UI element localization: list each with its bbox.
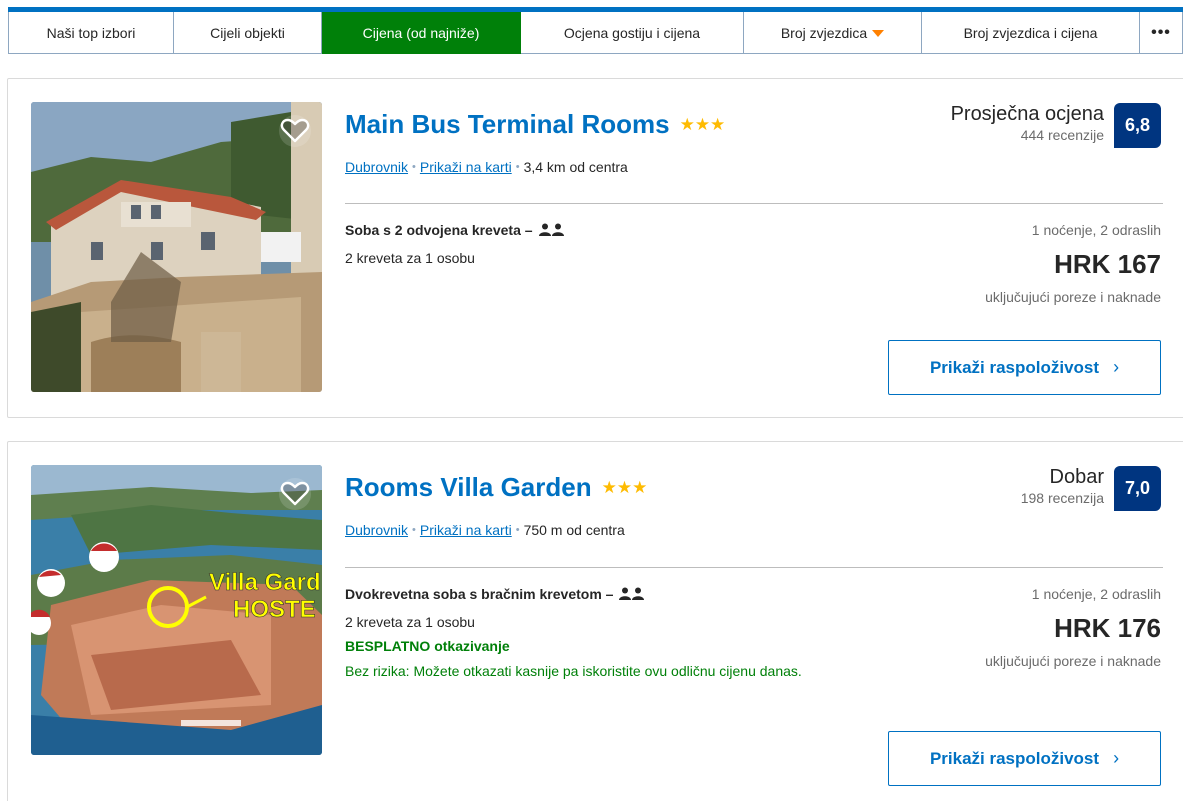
sort-tab-label: Naši top izbori bbox=[46, 24, 136, 41]
chevron-right-icon: › bbox=[1113, 748, 1120, 768]
location-row: Dubrovnik • Prikaži na karti • 3,4 km od… bbox=[345, 159, 628, 175]
show-on-map-link[interactable]: Prikaži na karti bbox=[420, 159, 512, 175]
room-type-label: Dvokrevetna soba s bračnim krevetom – bbox=[345, 586, 614, 602]
review-score-block[interactable]: Prosječna ocjena 444 recenzije 6,8 bbox=[951, 103, 1161, 148]
sort-tab-label: Ocjena gostiju i cijena bbox=[563, 24, 701, 41]
price: HRK 176 bbox=[1054, 613, 1161, 643]
title-row: Rooms Villa Garden ★★★ bbox=[345, 472, 647, 503]
hotel-name-link[interactable]: Main Bus Terminal Rooms bbox=[345, 109, 670, 140]
city-link[interactable]: Dubrovnik bbox=[345, 159, 408, 175]
room-type-label: Soba s 2 odvojena kreveta – bbox=[345, 222, 533, 238]
stay-info: 1 noćenje, 2 odraslih bbox=[1031, 586, 1161, 602]
beds-text: 2 kreveta za 1 osobu bbox=[345, 250, 475, 266]
sort-tab-star-rating[interactable]: Broj zvjezdica bbox=[744, 12, 922, 54]
star-rating-icon: ★★★ bbox=[601, 477, 648, 497]
sort-tab-review-score-price[interactable]: Ocjena gostiju i cijena bbox=[521, 12, 744, 54]
price-note: uključujući poreze i naknade bbox=[985, 289, 1161, 305]
see-availability-button[interactable]: Prikaži raspoloživost › bbox=[888, 340, 1161, 395]
distance-text: 3,4 km od centra bbox=[523, 159, 628, 175]
two-guests-icon bbox=[619, 587, 645, 600]
sort-tab-label: Cijeli objekti bbox=[210, 24, 285, 41]
title-row: Main Bus Terminal Rooms ★★★ bbox=[345, 109, 725, 140]
no-risk-text: Bez rizika: Možete otkazati kasnije pa i… bbox=[345, 663, 802, 679]
divider bbox=[345, 567, 1163, 568]
rating-word: Prosječna ocjena bbox=[950, 103, 1104, 125]
review-count: 198 recenzija bbox=[1020, 490, 1104, 506]
price-note: uključujući poreze i naknade bbox=[985, 653, 1161, 669]
score-badge: 7,0 bbox=[1114, 466, 1161, 511]
separator-dot: • bbox=[412, 161, 416, 173]
two-guests-icon bbox=[538, 223, 564, 236]
score-badge: 6,8 bbox=[1114, 103, 1161, 148]
sort-tab-label: Cijena (od najniže) bbox=[362, 24, 480, 41]
favorite-heart-icon[interactable] bbox=[278, 477, 312, 511]
property-photo[interactable] bbox=[31, 102, 322, 392]
location-row: Dubrovnik • Prikaži na karti • 750 m od … bbox=[345, 522, 625, 538]
stay-info: 1 noćenje, 2 odraslih bbox=[1031, 222, 1161, 238]
divider bbox=[345, 203, 1163, 204]
more-dots-icon: ••• bbox=[1151, 23, 1171, 41]
sort-tab-price-lowest[interactable]: Cijena (od najniže) bbox=[322, 12, 521, 54]
sort-bar: Naši top izbori Cijeli objekti Cijena (o… bbox=[8, 7, 1183, 54]
star-rating-icon: ★★★ bbox=[679, 114, 726, 134]
separator-dot: • bbox=[515, 161, 520, 173]
property-card: Main Bus Terminal Rooms ★★★ Dubrovnik • … bbox=[7, 78, 1183, 418]
room-type: Dvokrevetna soba s bračnim krevetom – bbox=[345, 586, 645, 602]
separator-dot: • bbox=[515, 524, 520, 536]
distance-text: 750 m od centra bbox=[523, 522, 625, 538]
city-link[interactable]: Dubrovnik bbox=[345, 522, 408, 538]
sort-tab-top-picks[interactable]: Naši top izbori bbox=[8, 12, 174, 54]
rating-word: Dobar bbox=[1049, 466, 1104, 488]
see-availability-button[interactable]: Prikaži raspoloživost › bbox=[888, 731, 1161, 786]
favorite-heart-icon[interactable] bbox=[278, 114, 312, 148]
beds-text: 2 kreveta za 1 osobu bbox=[345, 614, 475, 630]
button-label: Prikaži raspoloživost bbox=[929, 357, 1100, 377]
button-label: Prikaži raspoloživost bbox=[929, 748, 1100, 768]
hotel-name-link[interactable]: Rooms Villa Garden bbox=[345, 472, 592, 503]
free-cancellation: BESPLATNO otkazivanje bbox=[345, 638, 510, 654]
property-photo[interactable]: Villa Gard HOSTE bbox=[31, 465, 322, 755]
sort-tab-label: Broj zvjezdica i cijena bbox=[963, 24, 1098, 41]
sort-tab-entire-homes[interactable]: Cijeli objekti bbox=[174, 12, 322, 54]
sort-tab-more[interactable]: ••• bbox=[1140, 12, 1183, 54]
caret-down-icon bbox=[872, 30, 885, 37]
price: HRK 167 bbox=[1054, 249, 1161, 279]
photo-watermark-text: HOSTE bbox=[233, 596, 316, 623]
sort-tab-label: Broj zvjezdica bbox=[780, 24, 868, 41]
photo-watermark-text: Villa Gard bbox=[209, 569, 321, 596]
sort-tab-star-rating-price[interactable]: Broj zvjezdica i cijena bbox=[922, 12, 1140, 54]
room-type: Soba s 2 odvojena kreveta – bbox=[345, 222, 565, 238]
review-count: 444 recenzije bbox=[1020, 127, 1104, 143]
chevron-right-icon: › bbox=[1113, 357, 1120, 377]
show-on-map-link[interactable]: Prikaži na karti bbox=[420, 522, 512, 538]
review-score-block[interactable]: Dobar 198 recenzija 7,0 bbox=[1021, 466, 1161, 511]
separator-dot: • bbox=[412, 524, 416, 536]
property-card: Villa Gard HOSTE Rooms Villa Garden ★★★ … bbox=[7, 441, 1183, 801]
